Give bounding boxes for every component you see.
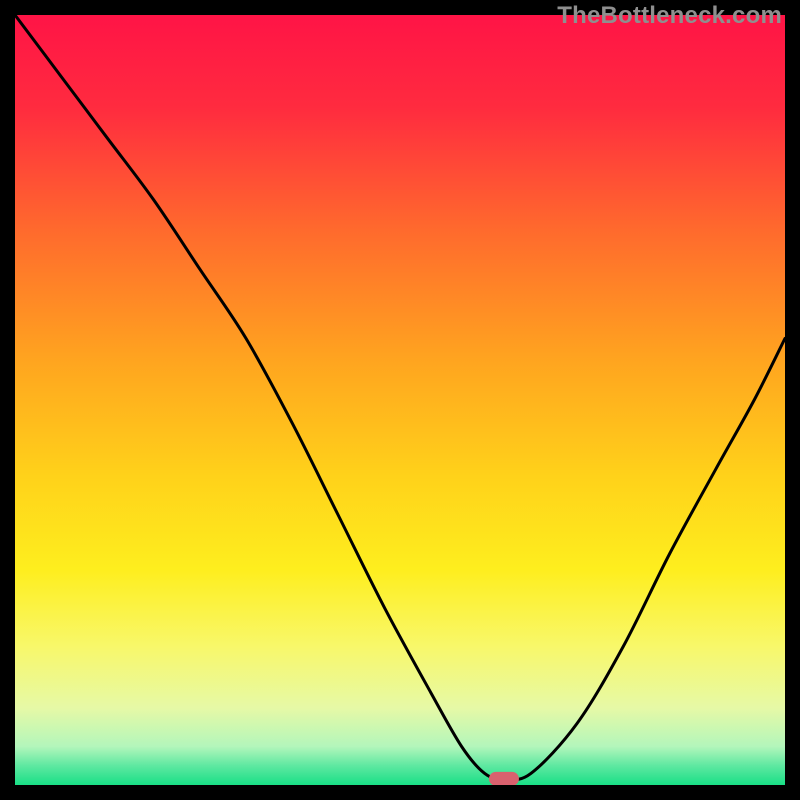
chart-plot-area [15, 15, 785, 785]
watermark-text: TheBottleneck.com [557, 2, 782, 30]
chart-background-gradient [15, 15, 785, 785]
optimal-point-marker [489, 772, 519, 785]
chart-svg [15, 15, 785, 785]
chart-frame: TheBottleneck.com [0, 0, 800, 800]
